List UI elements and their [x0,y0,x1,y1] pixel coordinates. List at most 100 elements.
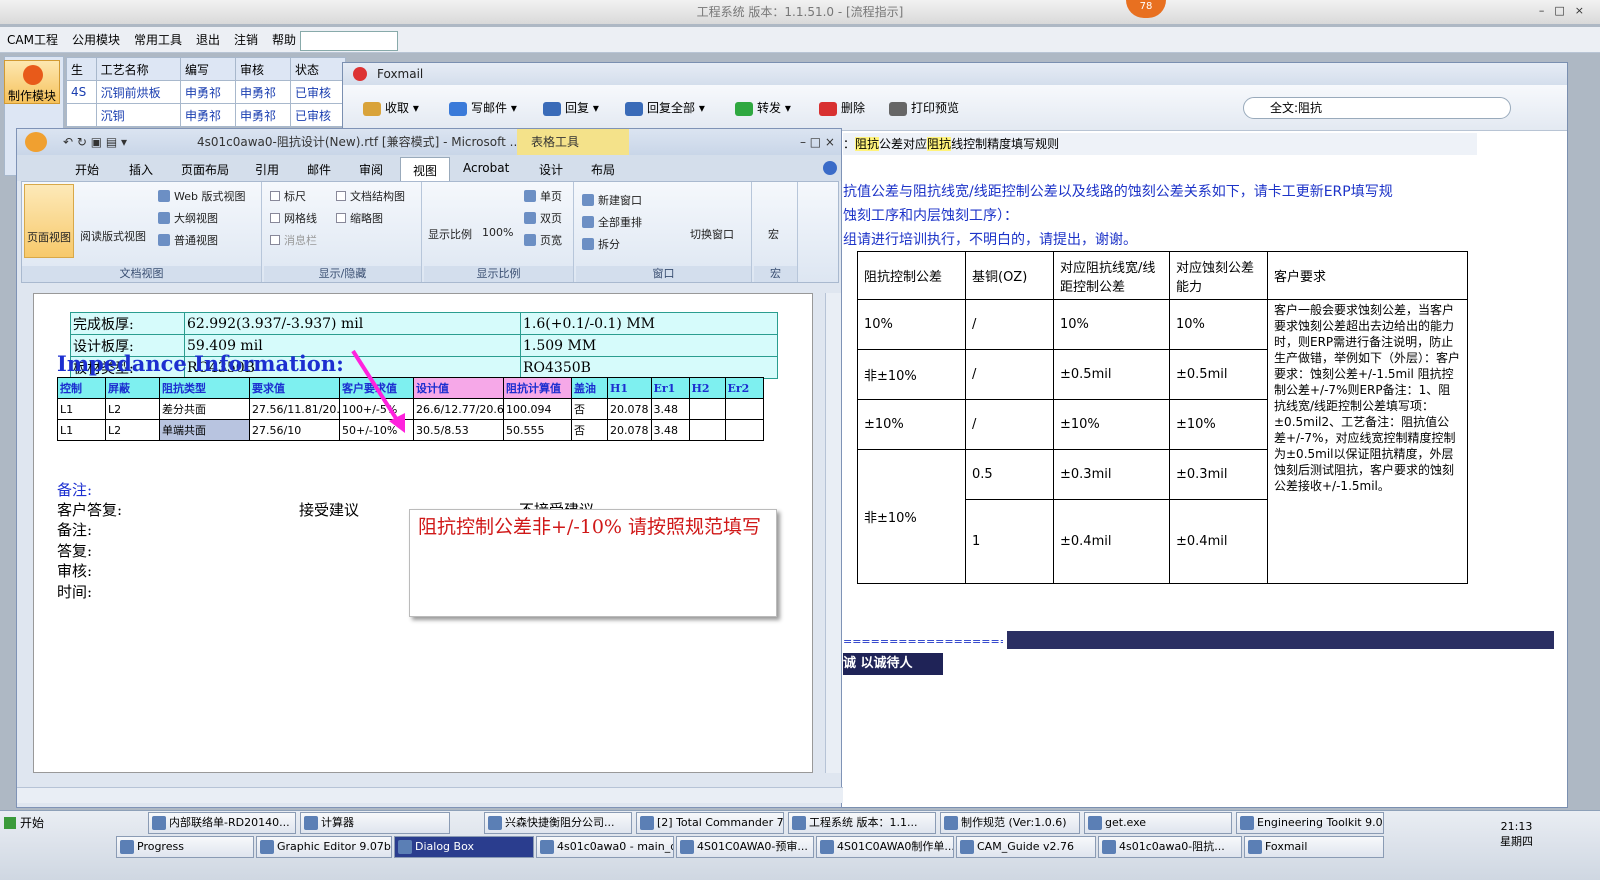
task-item[interactable]: 内部联络单-RD20140... [148,812,296,834]
foxmail-toolbar: 收取 ▾ 写邮件 ▾ 回复 ▾ 回复全部 ▾ 转发 ▾ 删除 打印预览 全文:阻… [343,85,1567,131]
task-item[interactable]: Progress [116,836,254,858]
menu-common-module[interactable]: 公用模块 [65,27,127,53]
signature-slogan: 诚 以诚待人 [843,653,943,675]
arrange-all-button[interactable]: 全部重排 [582,214,642,230]
horizontal-scrollbar[interactable] [17,787,843,803]
annotation-callout: 阻抗控制公差非+/-10% 请按照规范填写 [409,509,777,617]
time-label: 时间: [57,583,93,601]
make-module-button[interactable]: 制作模块 [4,60,60,104]
page-view-button[interactable]: 页面视图 [24,184,74,258]
help-icon[interactable] [823,161,837,175]
mail-line-2: 蚀刻工序和内层蚀刻工序）： [843,208,1018,224]
pen-icon [449,101,467,116]
normal-view-button[interactable]: 普通视图 [158,232,218,248]
vertical-scrollbar[interactable] [825,293,841,773]
word-window-controls[interactable]: – □ × [800,129,835,155]
divider: ===================================== [843,637,1003,647]
arrow-annotation-icon [351,349,405,433]
review-label: 审核: [57,562,93,580]
start-button[interactable]: 开始 [2,812,50,834]
task-item[interactable]: Foxmail [1244,836,1384,858]
gridlines-checkbox[interactable]: 网格线 [270,210,317,226]
task-item[interactable]: CAM_Guide v2.76 [956,836,1096,858]
menu-cam[interactable]: CAM工程 [0,27,65,53]
zoom-button[interactable]: 显示比例 [428,226,472,242]
tab-mailings[interactable]: 邮件 [307,161,331,178]
customer-requirement: 客户一般会要求蚀刻公差，当客户要求蚀刻公差超出去边给出的能力时，则ERP需进行备… [1267,299,1468,584]
printer-icon [889,101,907,116]
task-item[interactable]: Dialog Box [394,836,534,858]
document-title: 4s01c0awa0-阻抗设计(New).rtf [兼容模式] - Micros… [197,135,522,149]
print-preview-button[interactable]: 打印预览 [889,99,959,117]
task-item[interactable]: 兴森快捷衡阻分公司... [484,812,632,834]
task-item[interactable]: 4s01c0awa0-阻抗... [1098,836,1242,858]
new-window-button[interactable]: 新建窗口 [582,192,642,208]
delete-button[interactable]: 删除 [819,99,865,117]
reply-all-button[interactable]: 回复全部 ▾ [625,99,705,117]
menu-tools[interactable]: 常用工具 [127,27,189,53]
page-width-button[interactable]: 页宽 [524,232,562,248]
task-item[interactable]: get.exe [1084,812,1232,834]
tab-design[interactable]: 设计 [539,161,563,178]
message-bar-checkbox[interactable]: 消息栏 [270,232,317,248]
doc-map-checkbox[interactable]: 文档结构图 [336,188,405,204]
task-item[interactable]: [2] Total Commander 7... [636,812,784,834]
split-button[interactable]: 拆分 [582,236,620,252]
one-page-button[interactable]: 单页 [524,188,562,204]
macro-button[interactable]: 宏 [768,226,779,242]
remark-label: 备注: [57,521,93,539]
task-item[interactable]: 4S01C0AWA0-预审... [676,836,814,858]
window-controls[interactable]: –□× [1539,4,1594,17]
tab-review[interactable]: 审阅 [359,161,383,178]
zoom-100-button[interactable]: 100% [482,226,513,239]
web-view-button[interactable]: Web 版式视图 [158,188,245,204]
receive-button[interactable]: 收取 ▾ [363,99,419,117]
task-item[interactable]: Graphic Editor 9.07b... [256,836,392,858]
menu-help[interactable]: 帮助 [265,27,303,53]
table-row[interactable]: 4S 沉铜前烘板 申勇祁 申勇祁 已审核 [66,80,347,104]
foxmail-title: Foxmail [343,63,1567,85]
forward-icon [735,101,753,116]
group-show-hide: 标尺 文档结构图 网格线 缩略图 消息栏 显示/隐藏 [264,182,422,282]
impedance-title: Impedance Information: [57,351,344,376]
switch-window-button[interactable]: 切换窗口 [690,226,734,242]
web-icon [158,190,170,202]
module-icon [23,65,43,85]
thumbnails-checkbox[interactable]: 缩略图 [336,210,383,226]
tab-home[interactable]: 开始 [75,161,99,178]
system-clock[interactable]: 21:13 星期四 [1500,820,1533,849]
ruler-checkbox[interactable]: 标尺 [270,188,306,204]
quick-access-icons[interactable]: ↶ ↻ ▣ ▤ ▾ [63,129,127,155]
group-zoom: 显示比例 100% 单页 双页 页宽 显示比例 [424,182,574,282]
table-row[interactable]: 沉铜 申勇祁 申勇祁 已审核 [66,103,347,127]
group-document-view: 页面视图 阅读版式视图 Web 版式视图 大纲视图 普通视图 文档视图 [22,182,262,282]
reply-button[interactable]: 回复 ▾ [543,99,599,117]
group-window: 新建窗口 全部重排 拆分 切换窗口 窗口 [576,182,752,282]
search-input[interactable]: 全文:阻抗 [1243,97,1511,119]
task-item[interactable]: 4s01c0awa0 - main_qa [536,836,674,858]
task-item[interactable]: 计算器 [300,812,450,834]
rule-table: 阻抗控制公差 基铜(OZ) 对应阻抗线宽/线距控制公差 对应蚀刻公差能力 客户要… [857,251,1468,584]
forward-button[interactable]: 转发 ▾ [735,99,791,117]
accept-option: 接受建议 [299,501,360,519]
reading-view-button[interactable]: 阅读版式视图 [80,228,146,244]
tab-references[interactable]: 引用 [255,161,279,178]
group-macro: 宏 宏 [754,182,798,282]
tab-table-layout[interactable]: 布局 [591,161,615,178]
office-button-icon[interactable] [25,132,47,152]
tab-insert[interactable]: 插入 [129,161,153,178]
task-item[interactable]: 工程系统 版本：1.1... [788,812,936,834]
menu-exit[interactable]: 退出 [189,27,227,53]
tab-acrobat[interactable]: Acrobat [463,161,509,175]
outline-view-button[interactable]: 大纲视图 [158,210,218,226]
compose-button[interactable]: 写邮件 ▾ [449,99,517,117]
menu-logout[interactable]: 注销 [227,27,265,53]
tab-view[interactable]: 视图 [400,157,450,181]
two-pages-button[interactable]: 双页 [524,210,562,226]
menu-dropdown[interactable] [300,31,398,51]
task-item[interactable]: 制作规范 (Ver:1.0.6) [940,812,1080,834]
task-item[interactable]: 4S01C0AWA0制作单... [816,836,954,858]
tab-layout[interactable]: 页面布局 [181,161,229,178]
task-item[interactable]: Engineering Toolkit 9.0... [1236,812,1384,834]
normal-icon [158,234,170,246]
